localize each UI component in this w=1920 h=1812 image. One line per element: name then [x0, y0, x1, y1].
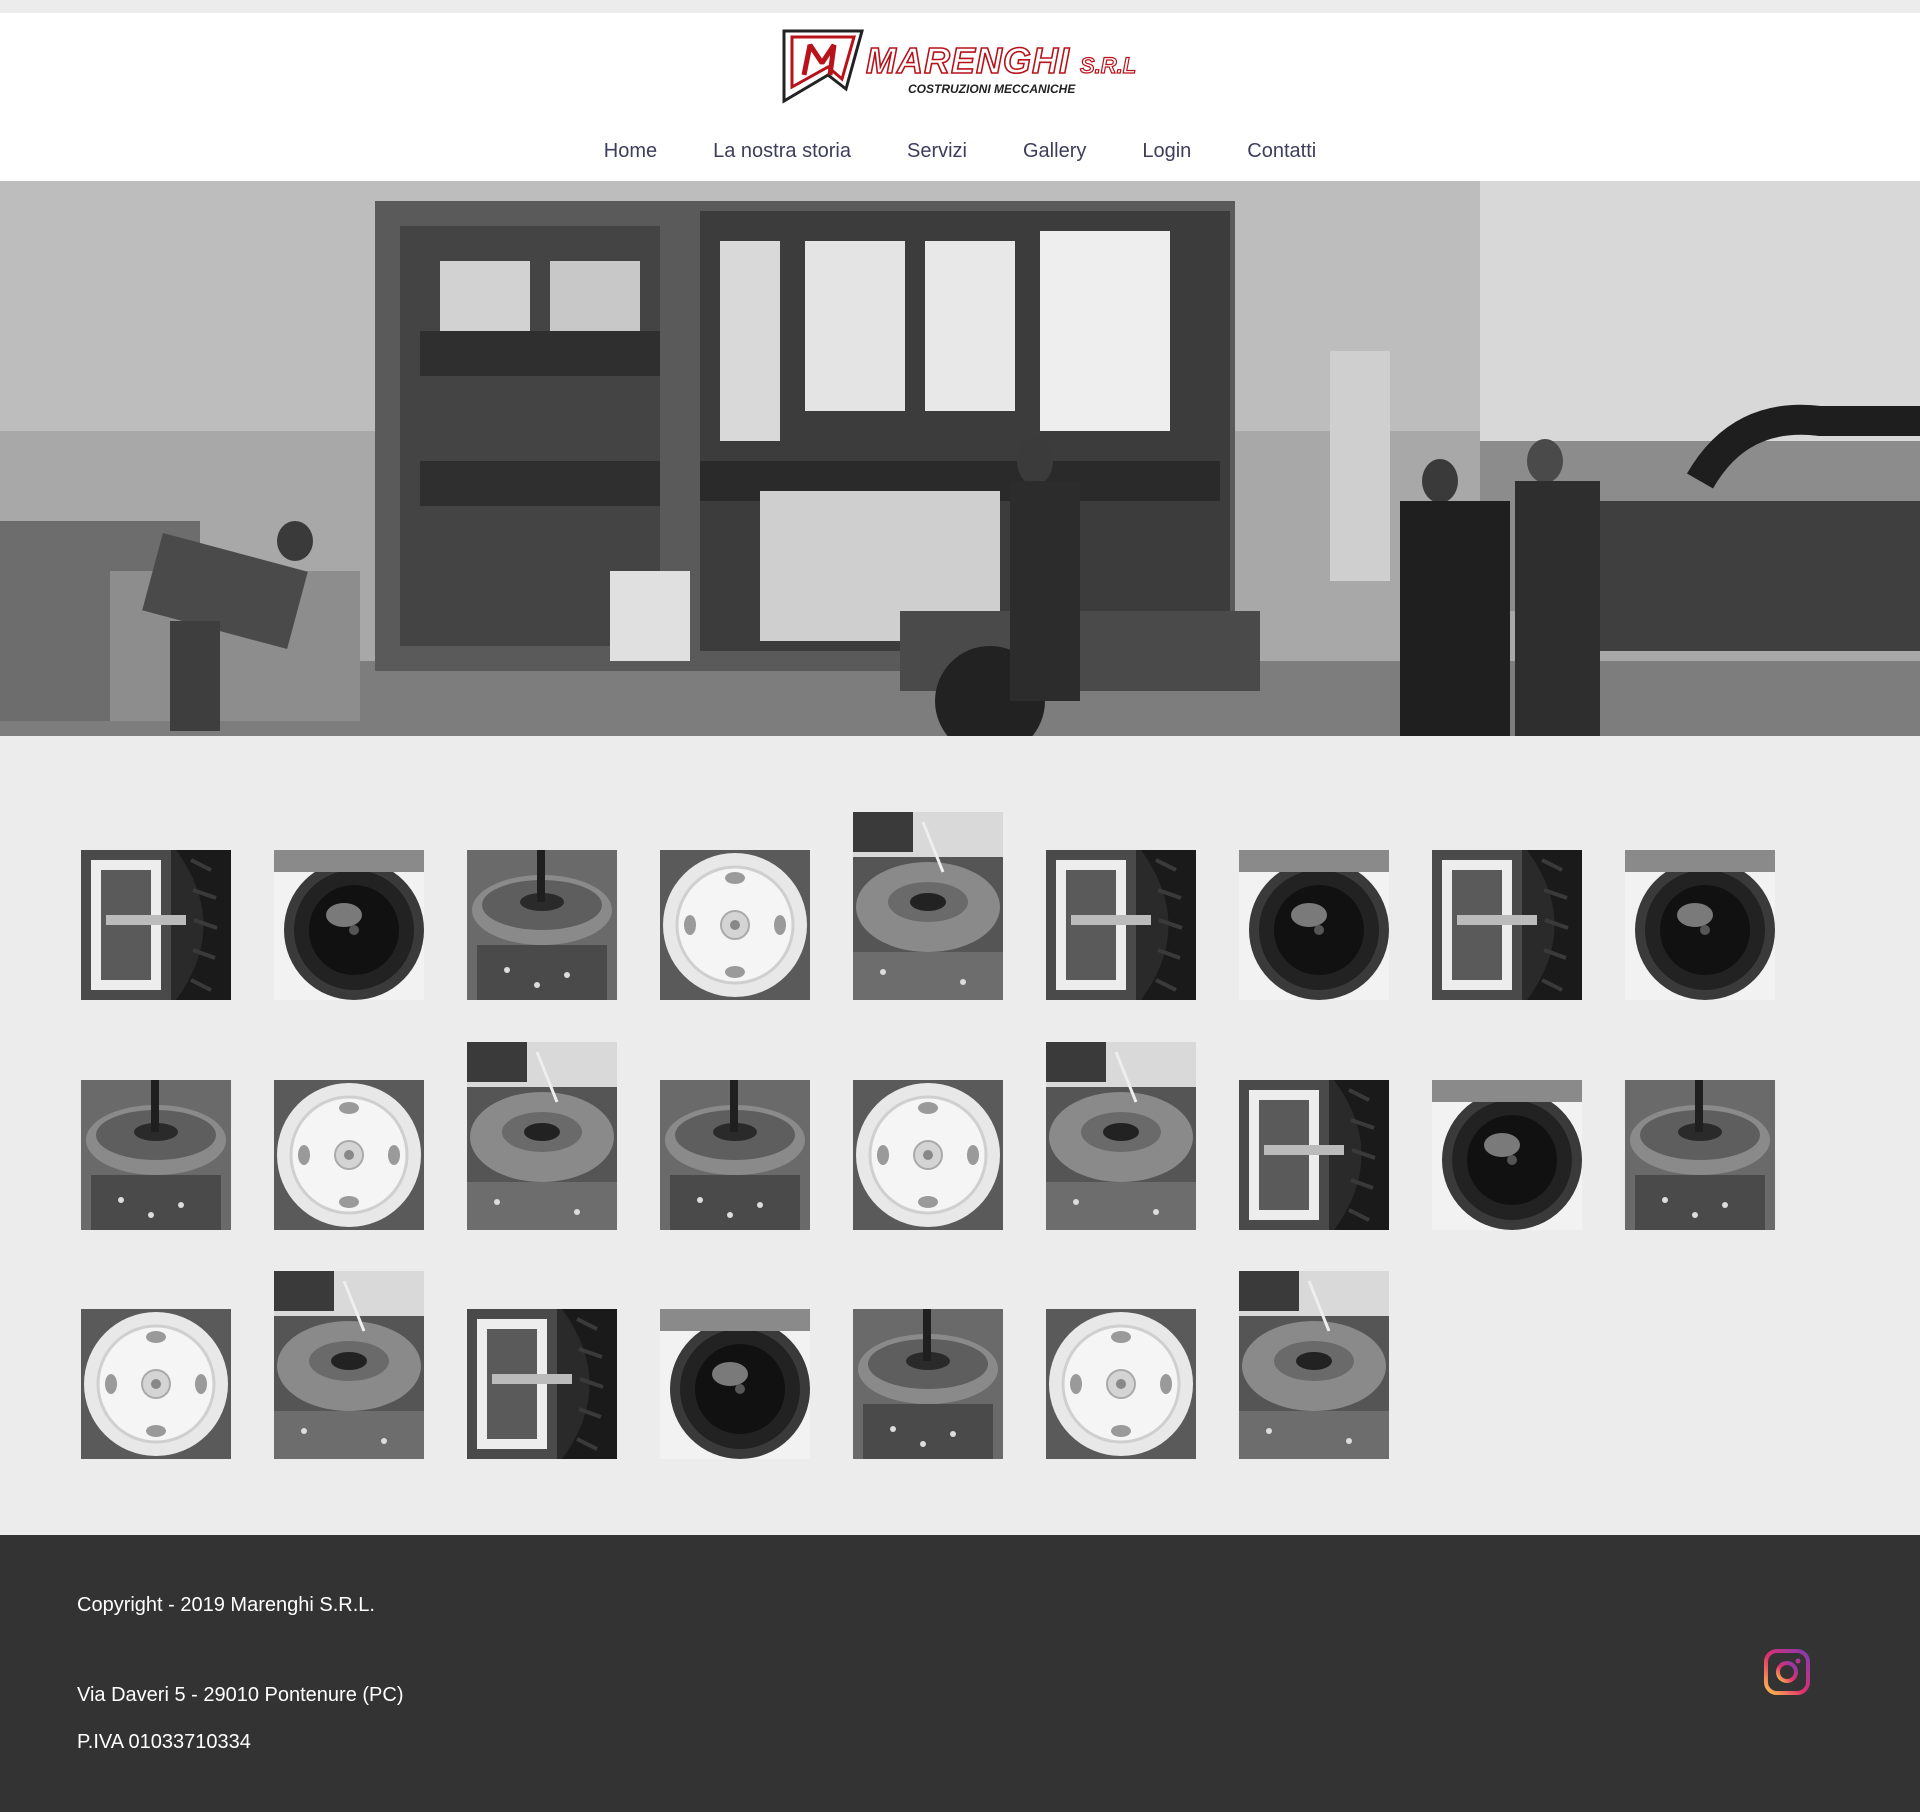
hub-part-photo [1625, 1080, 1775, 1230]
gallery-thumbnail[interactable] [274, 850, 424, 1000]
gallery-thumbnail[interactable] [1625, 850, 1775, 1000]
gallery-thumbnail[interactable] [1046, 850, 1196, 1000]
gallery-thumbnail[interactable] [81, 1080, 231, 1230]
site-header: MARENGHI S.R.L COSTRUZIONI MECCANICHE Ho… [0, 13, 1920, 181]
gallery-thumbnail[interactable] [467, 1309, 617, 1459]
gallery-thumbnail[interactable] [1046, 1309, 1196, 1459]
tire-side-photo [1239, 1080, 1389, 1230]
white-rim-photo [853, 1080, 1003, 1230]
footer-vat: P.IVA 01033710334 [77, 1731, 251, 1753]
footer-copyright: Copyright - 2019 Marenghi S.R.L. [77, 1594, 375, 1616]
welding-part-photo [467, 1042, 617, 1230]
logo-tagline: COSTRUZIONI MECCANICHE [908, 82, 1076, 96]
nav-servizi[interactable]: Servizi [907, 139, 967, 163]
welding-part-photo [274, 1271, 424, 1459]
tractor-wheel-photo [1239, 850, 1389, 1000]
gallery-thumbnail[interactable] [853, 812, 1003, 1000]
tire-side-photo [1046, 850, 1196, 1000]
tractor-wheel-photo [1625, 850, 1775, 1000]
hero-workshop-photo [0, 181, 1920, 736]
nav-la-nostra-storia[interactable]: La nostra storia [713, 139, 851, 163]
tire-side-photo [1432, 850, 1582, 1000]
nav-gallery[interactable]: Gallery [1023, 139, 1086, 163]
gallery-thumbnail[interactable] [660, 1309, 810, 1459]
top-strip [0, 0, 1920, 13]
gallery-thumbnail[interactable] [1239, 1271, 1389, 1459]
gallery-thumbnail[interactable] [1432, 1080, 1582, 1230]
site-footer: Copyright - 2019 Marenghi S.R.L. Via Dav… [0, 1535, 1920, 1812]
main-nav: Home La nostra storia Servizi Gallery Lo… [0, 131, 1920, 171]
logo-suffix: S.R.L [1080, 53, 1136, 78]
tractor-wheel-photo [274, 850, 424, 1000]
tire-side-photo [81, 850, 231, 1000]
photo-gallery [0, 736, 1920, 1536]
hub-part-photo [81, 1080, 231, 1230]
logo-emblem-icon [782, 29, 864, 104]
white-rim-photo [660, 850, 810, 1000]
gallery-thumbnail[interactable] [1432, 850, 1582, 1000]
instagram-icon[interactable] [1764, 1649, 1810, 1695]
nav-login[interactable]: Login [1142, 139, 1191, 163]
gallery-thumbnail[interactable] [1625, 1080, 1775, 1230]
gallery-thumbnail[interactable] [81, 1309, 231, 1459]
gallery-thumbnail[interactable] [1239, 1080, 1389, 1230]
gallery-thumbnail[interactable] [1239, 850, 1389, 1000]
gallery-thumbnail[interactable] [467, 1042, 617, 1230]
gallery-thumbnail[interactable] [660, 850, 810, 1000]
gallery-thumbnail[interactable] [1046, 1042, 1196, 1230]
nav-contatti[interactable]: Contatti [1247, 139, 1316, 163]
hub-part-photo [853, 1309, 1003, 1459]
welding-part-photo [1046, 1042, 1196, 1230]
tractor-wheel-photo [1432, 1080, 1582, 1230]
white-rim-photo [1046, 1309, 1196, 1459]
gallery-thumbnail[interactable] [274, 1080, 424, 1230]
footer-address: Via Daveri 5 - 29010 Pontenure (PC) [77, 1684, 404, 1706]
gallery-thumbnail[interactable] [467, 850, 617, 1000]
hub-part-photo [467, 850, 617, 1000]
tractor-wheel-photo [660, 1309, 810, 1459]
white-rim-photo [274, 1080, 424, 1230]
white-rim-photo [81, 1309, 231, 1459]
gallery-thumbnail[interactable] [81, 850, 231, 1000]
nav-home[interactable]: Home [604, 139, 657, 163]
gallery-thumbnail[interactable] [274, 1271, 424, 1459]
hub-part-photo [660, 1080, 810, 1230]
welding-part-photo [1239, 1271, 1389, 1459]
gallery-thumbnail[interactable] [853, 1309, 1003, 1459]
tire-side-photo [467, 1309, 617, 1459]
site-logo[interactable]: MARENGHI S.R.L COSTRUZIONI MECCANICHE [774, 23, 1154, 109]
gallery-thumbnail[interactable] [853, 1080, 1003, 1230]
gallery-thumbnail[interactable] [660, 1080, 810, 1230]
welding-part-photo [853, 812, 1003, 1000]
logo-name: MARENGHI [866, 40, 1070, 81]
